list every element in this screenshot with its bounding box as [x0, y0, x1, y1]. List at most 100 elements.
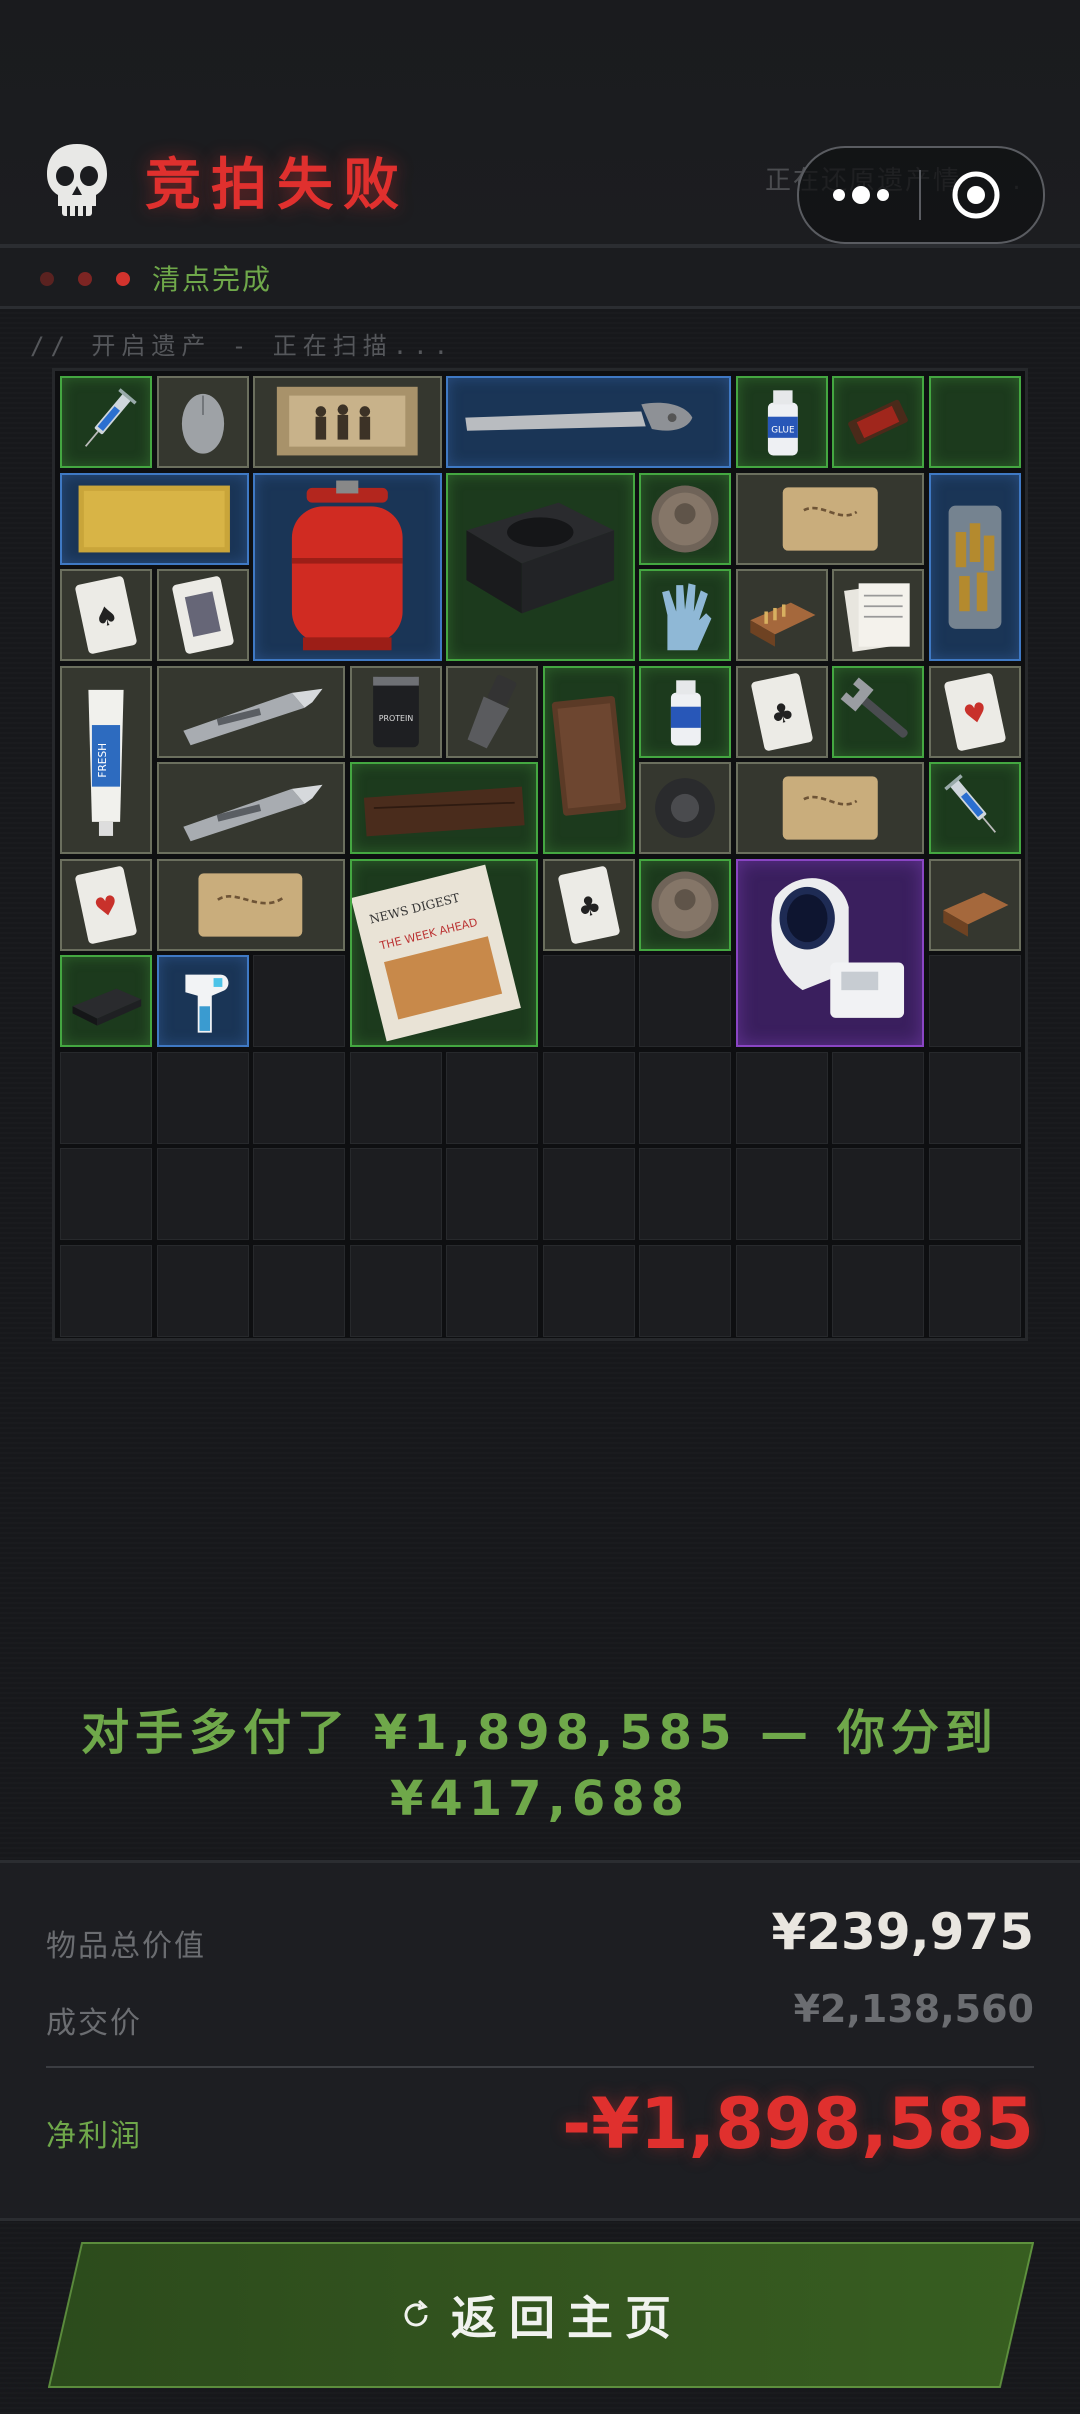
svg-text:PROTEIN: PROTEIN	[378, 713, 413, 722]
protein-can-icon: PROTEIN	[372, 676, 419, 747]
total-value-label: 物品总价值	[46, 1929, 206, 1964]
empty-slot	[253, 955, 345, 1047]
capsule-divider	[919, 170, 921, 220]
empty-slot	[156, 1148, 249, 1240]
item-chocolate-bar[interactable]	[832, 376, 924, 468]
item-thermometer-gun[interactable]	[156, 955, 249, 1047]
empty-slot	[156, 1244, 249, 1337]
item-playing-card-clubs-2[interactable]: ♣	[542, 858, 635, 951]
item-playing-card-face[interactable]	[156, 569, 249, 661]
progress-label: 清点完成	[152, 263, 273, 296]
item-receipts[interactable]	[832, 569, 924, 661]
old-photo-icon	[276, 386, 418, 456]
empty-slot	[253, 1051, 345, 1144]
item-playing-card[interactable]: ♠	[60, 569, 152, 661]
rubber-glove-icon	[662, 583, 712, 651]
item-glue-bottle[interactable]: GLUE	[735, 376, 828, 468]
item-pepper-grinder[interactable]	[446, 665, 538, 758]
item-toothpaste[interactable]: FRESH	[60, 665, 152, 854]
net-profit-label: 净利润	[46, 2119, 142, 2154]
item-saw-blade[interactable]	[446, 376, 731, 468]
playing-card-icon: ♠	[75, 576, 137, 654]
empty-slot	[542, 1051, 635, 1144]
deal-price-label: 成交价	[46, 2006, 142, 2041]
playing-card-hearts-icon: ♥	[943, 672, 1006, 751]
empty-slot	[639, 1051, 731, 1144]
item-wrench[interactable]	[832, 665, 924, 758]
playing-card-hearts-2-icon: ♥	[75, 865, 137, 944]
receipts-icon	[844, 583, 910, 652]
duct-tape-icon	[655, 778, 715, 838]
item-newspaper[interactable]: NEWS DIGEST THE WEEK AHEAD	[349, 858, 538, 1047]
empty-slot	[832, 1148, 924, 1240]
item-glue-bottle-2[interactable]	[639, 665, 731, 758]
gold-bar-icon	[78, 485, 230, 552]
item-syringe-2[interactable]	[928, 762, 1021, 854]
empty-slot	[60, 1051, 152, 1144]
empty-slot	[735, 1148, 828, 1240]
item-utility-knife-2[interactable]	[156, 762, 345, 854]
item-protein-can[interactable]: PROTEIN	[349, 665, 442, 758]
thermometer-gun-icon	[184, 974, 228, 1033]
empty-slot	[253, 1244, 345, 1337]
power-supply-icon	[466, 502, 615, 613]
progress-dot	[40, 272, 54, 286]
item-old-photo[interactable]	[253, 376, 442, 468]
chocolate-bar-icon	[848, 399, 908, 445]
empty-slot	[60, 1244, 152, 1337]
item-duct-tape[interactable]	[639, 762, 731, 854]
item-power-supply[interactable]	[446, 472, 635, 661]
item-old-coin[interactable]	[639, 472, 731, 565]
item-external-drive[interactable]	[60, 955, 152, 1047]
item-playing-card-clubs[interactable]: ♣	[735, 665, 828, 758]
item-ammo-jar[interactable]	[928, 472, 1021, 661]
matchbox-icon	[749, 602, 815, 647]
empty-slot	[832, 1244, 924, 1337]
wood-plank-icon	[363, 786, 525, 837]
item-blood-pressure-monitor[interactable]	[735, 858, 924, 1047]
empty-slot	[253, 1148, 345, 1240]
item-matchbox[interactable]	[735, 569, 828, 661]
item-gas-cylinder[interactable]	[253, 472, 442, 661]
item-playing-card-hearts-2[interactable]: ♥	[60, 858, 152, 951]
item-treasure-map-2[interactable]	[735, 762, 924, 854]
target-close-icon[interactable]	[951, 170, 1001, 220]
old-coin-icon	[651, 485, 719, 552]
external-drive-icon	[72, 988, 142, 1026]
empty-slot	[446, 1148, 538, 1240]
refresh-icon	[399, 2298, 433, 2332]
glue-bottle-2-icon	[670, 679, 701, 745]
ammo-jar-icon	[948, 505, 1001, 629]
more-dots-icon[interactable]	[823, 174, 903, 216]
blood-pressure-monitor-icon	[770, 877, 904, 1018]
empty-slot	[446, 1244, 538, 1337]
playing-card-face-icon	[171, 576, 234, 654]
item-old-coin-2[interactable]	[639, 858, 731, 951]
item-gold-bar[interactable]	[60, 472, 249, 565]
newspaper-icon: NEWS DIGESTTHE WEEK AHEAD	[351, 864, 521, 1041]
item-playing-card-hearts[interactable]: ♥	[928, 665, 1021, 758]
item-wood-plank[interactable]	[349, 762, 538, 854]
return-home-button[interactable]: 返回主页	[48, 2242, 1034, 2388]
stats-divider	[46, 2066, 1034, 2068]
treasure-map-3-icon	[197, 872, 302, 937]
gas-cylinder-icon	[291, 480, 403, 650]
item-treasure-map[interactable]	[735, 472, 924, 565]
summary-line-1: 对手多付了 ¥1,898,585 — 你分到	[81, 1705, 999, 1761]
item-matchbox-2[interactable]	[928, 858, 1021, 951]
item-treasure-map-3[interactable]	[156, 858, 345, 951]
progress-dot-active	[116, 272, 130, 286]
empty-slot	[349, 1148, 442, 1240]
item-syringe[interactable]	[60, 376, 152, 468]
item-computer-mouse[interactable]	[156, 376, 249, 468]
utility-knife-icon	[182, 688, 323, 745]
saw-blade-icon	[465, 402, 693, 431]
item-utility-knife[interactable]	[156, 665, 345, 758]
leather-journal-icon	[551, 695, 626, 816]
empty-slot	[542, 1148, 635, 1240]
item-rubber-glove[interactable]	[639, 569, 731, 661]
empty-slot	[542, 955, 635, 1047]
item-chocolate-bar-2[interactable]	[928, 376, 1021, 468]
item-leather-journal[interactable]	[542, 665, 635, 854]
matchbox-2-icon	[942, 892, 1008, 937]
